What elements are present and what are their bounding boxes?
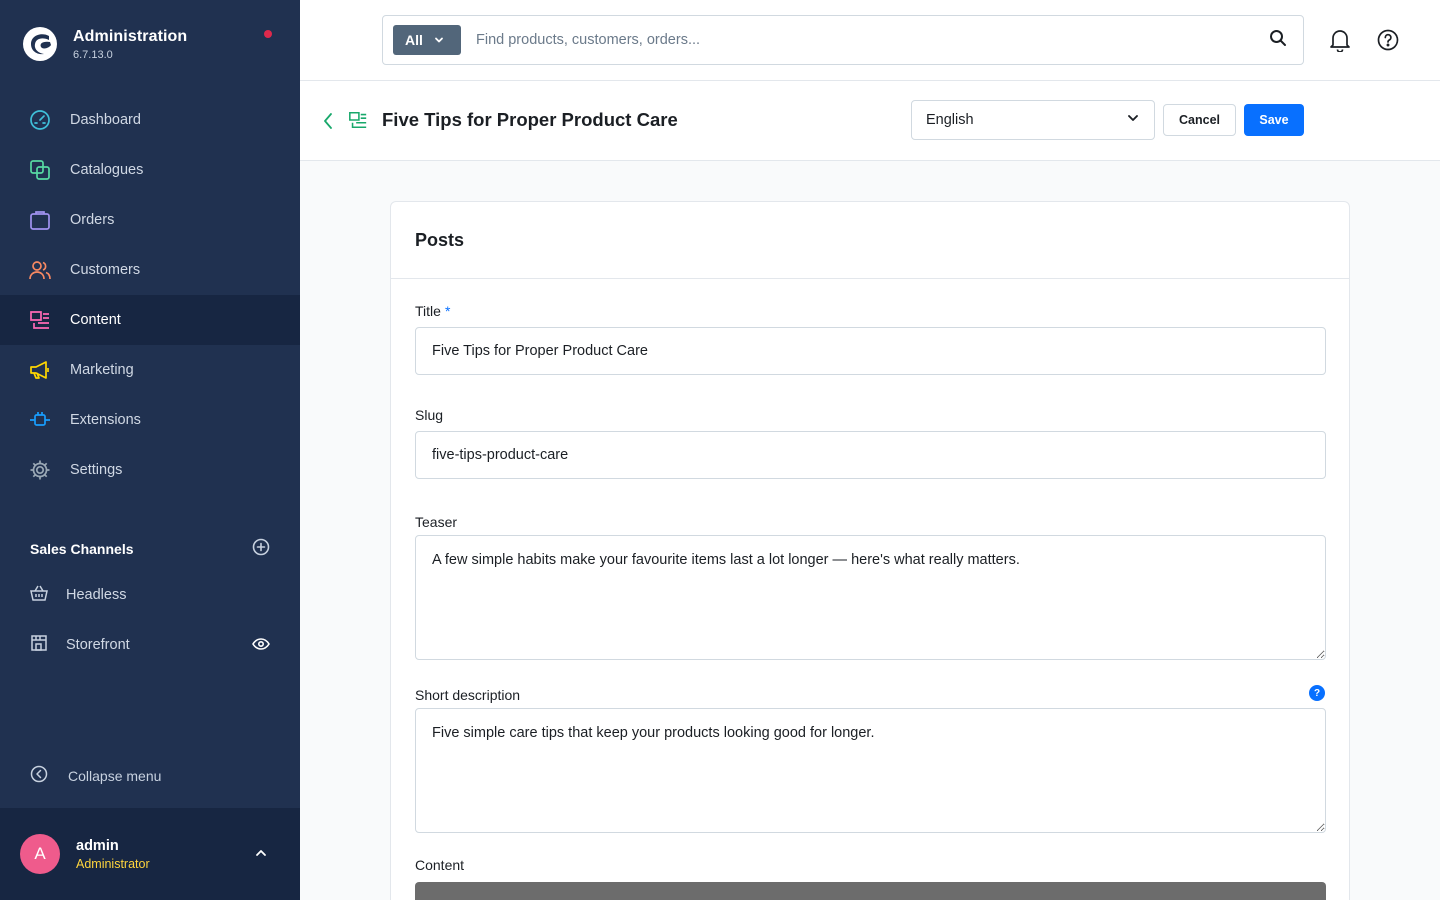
chevron-down-icon (1126, 111, 1140, 130)
chevron-left-circle-icon (30, 765, 48, 788)
help-tooltip-icon[interactable]: ? (1309, 685, 1325, 701)
language-value: English (926, 112, 974, 128)
search-icon (1269, 29, 1287, 52)
save-button[interactable]: Save (1244, 104, 1304, 136)
nav-label: Orders (70, 212, 115, 228)
card-title: Posts (415, 229, 465, 250)
page-title: Five Tips for Proper Product Care (382, 109, 678, 130)
slug-input[interactable] (415, 431, 1326, 479)
sales-channels-header: Sales Channels (30, 537, 270, 561)
sidebar: Administration 6.7.13.0 Dashboard Catalo… (0, 0, 300, 900)
required-mark: * (444, 303, 451, 319)
gear-icon (29, 459, 51, 481)
card-header: Posts (391, 202, 1349, 279)
megaphone-icon (29, 359, 51, 381)
basket-icon (30, 584, 48, 607)
nav-item-marketing[interactable]: Marketing (0, 345, 300, 395)
nav-item-dashboard[interactable]: Dashboard (0, 95, 300, 145)
slug-label: Slug (415, 407, 444, 423)
sales-channel-label: Storefront (66, 637, 130, 653)
nav-label: Content (70, 312, 121, 328)
notification-dot (264, 30, 272, 38)
sales-channel-label: Headless (66, 587, 127, 603)
chevron-up-icon[interactable] (254, 846, 268, 865)
content-module-icon (348, 110, 368, 135)
user-name: admin (76, 837, 119, 854)
language-select[interactable]: English (911, 100, 1155, 140)
shopware-logo-icon (23, 27, 57, 61)
sales-channel-headless[interactable]: Headless (0, 575, 300, 615)
nav-label: Dashboard (70, 112, 141, 128)
nav-item-catalogues[interactable]: Catalogues (0, 145, 300, 195)
teaser-textarea[interactable]: A few simple habits make your favourite … (415, 535, 1326, 660)
brand[interactable]: Administration 6.7.13.0 (22, 24, 187, 64)
bell-icon[interactable] (1328, 28, 1352, 52)
catalogue-icon (29, 159, 51, 181)
content-icon (29, 309, 51, 331)
nav-item-extensions[interactable]: Extensions (0, 395, 300, 445)
cancel-button[interactable]: Cancel (1163, 104, 1236, 136)
content-editor-toolbar[interactable] (415, 882, 1326, 900)
global-search: All (382, 15, 1304, 65)
users-icon (29, 259, 51, 281)
main-nav: Dashboard Catalogues Orders Customers Co… (0, 95, 300, 495)
storefront-icon (30, 634, 48, 657)
help-icon[interactable] (1376, 28, 1400, 52)
nav-item-content[interactable]: Content (0, 295, 300, 345)
sales-channels-title: Sales Channels (30, 541, 134, 557)
nav-item-settings[interactable]: Settings (0, 445, 300, 495)
title-input[interactable] (415, 327, 1326, 375)
search-type-dropdown[interactable]: All (393, 25, 461, 55)
brand-text: Administration 6.7.13.0 (73, 28, 187, 61)
top-bar: All (300, 0, 1440, 81)
app-version: 6.7.13.0 (73, 48, 113, 61)
eye-icon[interactable] (252, 635, 270, 658)
nav-label: Extensions (70, 412, 141, 428)
add-sales-channel-icon[interactable] (252, 538, 270, 561)
app-title: Administration (73, 27, 188, 45)
short-description-textarea[interactable]: Five simple care tips that keep your pro… (415, 708, 1326, 833)
posts-card: Posts Title* Slug Teaser A few simple ha… (390, 201, 1350, 900)
nav-label: Catalogues (70, 162, 144, 178)
nav-label: Customers (70, 262, 141, 278)
user-menu[interactable]: A admin Administrator (0, 808, 300, 900)
short-description-label: Short description (415, 687, 521, 703)
chevron-down-icon (433, 34, 445, 46)
content-label: Content (415, 857, 465, 873)
title-label-text: Title (415, 303, 441, 319)
smart-bar: Five Tips for Proper Product Care Englis… (300, 81, 1440, 161)
collapse-menu-button[interactable]: Collapse menu (30, 764, 161, 788)
shopping-bag-icon (29, 209, 51, 231)
plug-icon (29, 409, 51, 431)
user-role: Administrator (76, 856, 150, 871)
sales-channel-storefront[interactable]: Storefront (0, 625, 300, 665)
avatar: A (20, 834, 60, 874)
teaser-label: Teaser (415, 514, 458, 530)
search-type-label: All (405, 32, 423, 48)
nav-label: Marketing (70, 362, 134, 378)
search-input[interactable] (476, 32, 1253, 48)
nav-item-customers[interactable]: Customers (0, 245, 300, 295)
nav-label: Settings (70, 462, 123, 478)
nav-item-orders[interactable]: Orders (0, 195, 300, 245)
dashboard-gauge-icon (29, 109, 51, 131)
title-label: Title * (415, 303, 450, 319)
collapse-menu-label: Collapse menu (68, 768, 162, 784)
search-button[interactable] (1253, 16, 1303, 64)
user-text: admin Administrator (76, 838, 150, 871)
back-button[interactable] (320, 110, 336, 132)
